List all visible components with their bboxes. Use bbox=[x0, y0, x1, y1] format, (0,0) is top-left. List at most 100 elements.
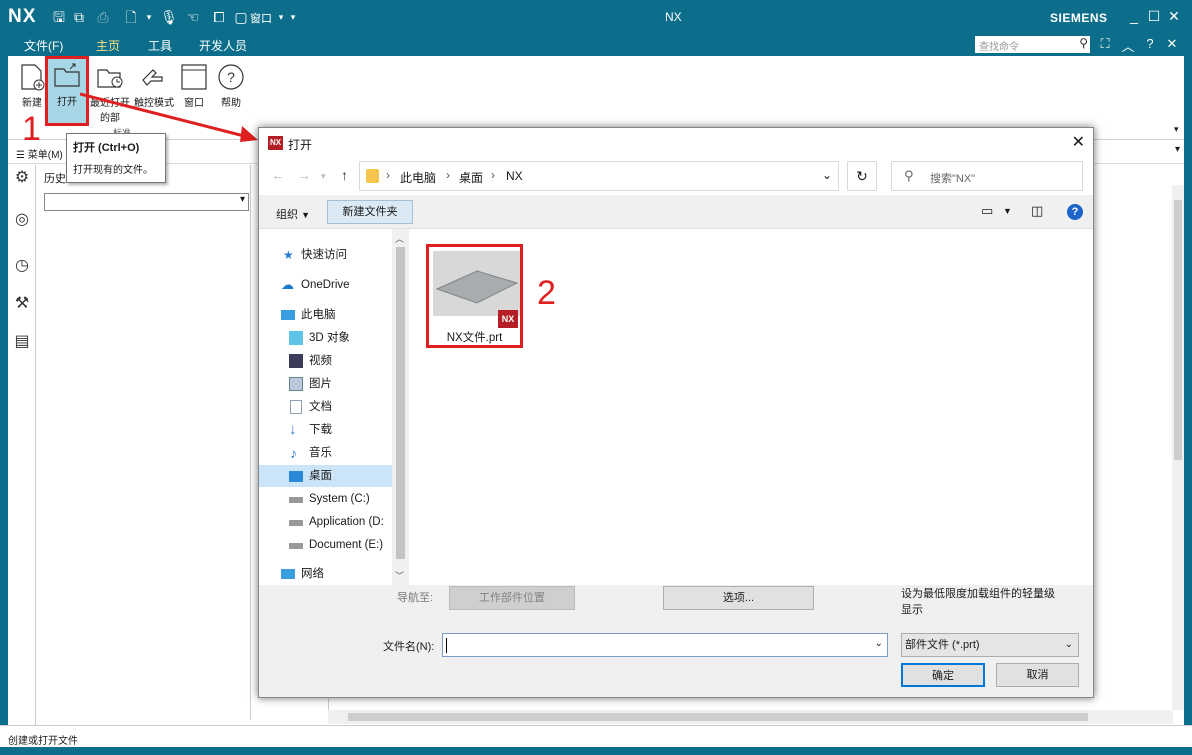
new-file-icon[interactable]: 🗋 bbox=[122, 8, 140, 26]
microphone-icon[interactable]: 🎙 bbox=[160, 8, 178, 26]
menu-button-label: 菜单(M) bbox=[27, 150, 63, 161]
nav-item-pictures[interactable]: 图片 bbox=[259, 373, 392, 395]
chevron-down-icon[interactable]: ▼ bbox=[1003, 206, 1012, 216]
close-icon[interactable]: ✕ bbox=[1164, 36, 1180, 52]
up-arrow-icon[interactable]: ↑ bbox=[341, 167, 348, 183]
nav-item-label: 桌面 bbox=[309, 470, 332, 482]
gear-icon[interactable]: ⚙ bbox=[11, 167, 33, 189]
nav-item-documents[interactable]: 文档 bbox=[259, 396, 392, 418]
horizontal-scrollbar[interactable] bbox=[328, 710, 1173, 724]
siemens-brand: SIEMENS bbox=[1050, 11, 1108, 25]
lightweight-note: 设为最低限度加载组件的轻量级显示 bbox=[901, 588, 1055, 616]
history-panel-title: 历史 bbox=[44, 173, 66, 185]
part-thumbnail bbox=[433, 251, 520, 316]
nav-item-network[interactable]: 网络 bbox=[259, 563, 392, 585]
fullscreen-icon[interactable]: ⛶ bbox=[1097, 36, 1113, 52]
breadcrumb-nx[interactable]: NX bbox=[506, 169, 523, 183]
nav-item-drive-d[interactable]: Application (D: bbox=[259, 511, 392, 533]
ribbon-options-icon[interactable]: ▾ bbox=[1174, 124, 1179, 135]
window-menu[interactable]: 窗口 bbox=[250, 10, 272, 26]
nav-item-3d-objects[interactable]: 3D 对象 bbox=[259, 327, 392, 349]
nav-item-quick-access[interactable]: ★ 快速访问 bbox=[259, 244, 392, 266]
collapse-ribbon-icon[interactable]: ︿ bbox=[1120, 36, 1136, 54]
breadcrumb-this-pc[interactable]: 此电脑 bbox=[400, 169, 436, 186]
print-icon[interactable]: ⎙ bbox=[94, 8, 112, 26]
back-arrow-icon[interactable]: ← bbox=[271, 167, 285, 183]
cancel-button[interactable]: 取消 bbox=[996, 663, 1079, 687]
tab-file[interactable]: 文件(F) bbox=[24, 37, 63, 54]
maximize-icon[interactable]: ☐ bbox=[1144, 6, 1164, 26]
open-folder-icon[interactable]: ⧉ bbox=[70, 8, 88, 26]
computer-icon bbox=[281, 310, 295, 320]
open-button-label: 打开 bbox=[57, 97, 77, 108]
nx-file-badge: NX bbox=[498, 310, 518, 328]
help-icon[interactable]: ? bbox=[1067, 204, 1083, 220]
new-folder-button[interactable]: 新建文件夹 bbox=[327, 200, 413, 224]
vertical-scrollbar[interactable] bbox=[1172, 185, 1184, 710]
tab-developer[interactable]: 开发人员 bbox=[199, 37, 247, 54]
filename-input[interactable]: ⌄ bbox=[442, 633, 888, 657]
star-icon: ★ bbox=[283, 248, 294, 262]
folder-search-input[interactable]: ⚲ 搜索"NX" bbox=[891, 161, 1083, 191]
command-search-input[interactable]: 查找命令 ⚲ bbox=[975, 36, 1090, 53]
window-icon[interactable]: ▢ bbox=[232, 8, 250, 26]
music-icon: ♪ bbox=[290, 445, 297, 461]
chevron-down-icon: ⌄ bbox=[1064, 639, 1073, 650]
desktop-icon bbox=[289, 471, 303, 482]
step-marker-1: 1 bbox=[22, 110, 41, 148]
history-filter-select[interactable]: ▾ bbox=[44, 193, 249, 211]
view-mode-icon[interactable]: ▭ bbox=[981, 203, 993, 219]
customize-icon[interactable]: ▾ bbox=[284, 8, 302, 26]
work-part-location-button[interactable]: 工作部件位置 bbox=[449, 586, 575, 610]
window-icon bbox=[181, 64, 207, 90]
chevron-down-icon[interactable]: ▾ bbox=[1175, 144, 1180, 155]
touch-icon[interactable]: ☜ bbox=[184, 8, 202, 26]
address-bar[interactable]: › 此电脑 › 桌面 › NX ⌄ bbox=[359, 161, 839, 191]
options-button[interactable]: 选项... bbox=[663, 586, 814, 610]
search-icon[interactable]: ⚲ bbox=[1079, 36, 1088, 50]
chevron-down-icon[interactable]: ⌄ bbox=[875, 638, 883, 649]
nav-item-drive-c[interactable]: System (C:) bbox=[259, 488, 392, 510]
save-icon[interactable]: 🖫 bbox=[50, 8, 68, 26]
nx-logo: NX bbox=[8, 6, 37, 27]
ok-button[interactable]: 确定 bbox=[901, 663, 985, 687]
nav-item-label: Application (D: bbox=[309, 516, 384, 528]
folder-tree-scrollbar[interactable]: ︿ ﹀ bbox=[392, 229, 409, 585]
minimize-icon[interactable]: _ bbox=[1124, 6, 1144, 26]
scrollbar-thumb[interactable] bbox=[396, 247, 405, 559]
tab-tools[interactable]: 工具 bbox=[148, 37, 172, 54]
nav-item-drive-e[interactable]: Document (E:) bbox=[259, 534, 392, 556]
scroll-down-icon[interactable]: ﹀ bbox=[395, 569, 404, 582]
scrollbar-thumb[interactable] bbox=[1174, 200, 1182, 460]
close-icon[interactable]: ✕ bbox=[1072, 132, 1085, 152]
dialog-title: 打开 bbox=[288, 138, 313, 152]
chevron-down-icon[interactable]: ▾ bbox=[140, 8, 158, 26]
forward-arrow-icon[interactable]: → bbox=[297, 167, 311, 183]
history-icon[interactable]: ◷ bbox=[11, 255, 33, 277]
nav-item-desktop[interactable]: 桌面 bbox=[259, 465, 392, 487]
tools-icon[interactable]: ⚒ bbox=[11, 293, 33, 315]
history-dropdown-icon[interactable]: ▾ bbox=[321, 171, 326, 182]
file-type-select[interactable]: 部件文件 (*.prt) ⌄ bbox=[901, 633, 1079, 657]
file-item[interactable]: NX NX文件.prt bbox=[426, 244, 523, 348]
breadcrumb-desktop[interactable]: 桌面 bbox=[459, 169, 483, 186]
assembly-navigator-icon[interactable]: ◎ bbox=[11, 209, 33, 231]
dialog-toolbar: 组织 ▼ 新建文件夹 ▭ ▼ ◫ ? bbox=[259, 195, 1093, 229]
file-name: NX文件.prt bbox=[446, 332, 503, 344]
roles-icon[interactable]: ▤ bbox=[11, 331, 33, 353]
scrollbar-thumb[interactable] bbox=[348, 713, 1088, 721]
nav-item-music[interactable]: ♪ 音乐 bbox=[259, 442, 392, 464]
scroll-up-icon[interactable]: ︿ bbox=[395, 232, 404, 245]
nav-item-onedrive[interactable]: ☁ OneDrive bbox=[259, 274, 392, 296]
help-icon[interactable]: ? bbox=[1142, 36, 1158, 52]
refresh-button[interactable]: ↻ bbox=[847, 161, 877, 191]
close-icon[interactable]: ✕ bbox=[1164, 6, 1184, 26]
organize-menu[interactable]: 组织 ▼ bbox=[276, 206, 310, 222]
tab-home[interactable]: 主页 bbox=[96, 37, 120, 54]
preview-pane-icon[interactable]: ◫ bbox=[1031, 203, 1043, 219]
chevron-down-icon[interactable]: ⌄ bbox=[822, 168, 832, 182]
window-switch-icon[interactable]: ⧠ bbox=[210, 8, 228, 26]
nav-item-downloads[interactable]: ↓ 下载 bbox=[259, 419, 392, 441]
nav-item-this-pc[interactable]: 此电脑 bbox=[259, 304, 392, 326]
nav-item-videos[interactable]: 视频 bbox=[259, 350, 392, 372]
